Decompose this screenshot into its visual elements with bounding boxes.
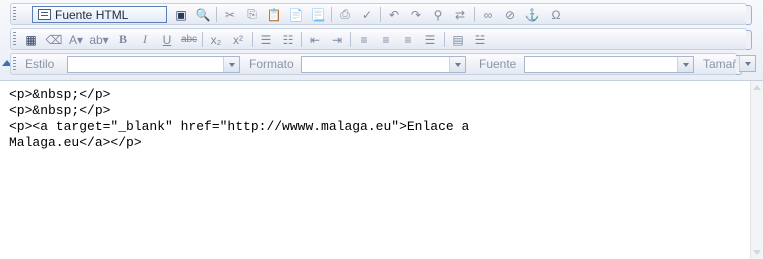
text-color-icon[interactable]: A▾ [66,31,86,48]
toolbar-separator [301,32,302,47]
code-line: <p>&nbsp;</p> [9,87,111,102]
highlight-icon[interactable]: ab▾ [89,31,109,48]
special-char-icon[interactable]: Ω [546,6,566,23]
align-justify-icon[interactable]: ☰ [420,31,440,48]
code-line: Malaga.eu</a></p> [9,135,142,150]
italic-icon[interactable]: I [135,31,155,48]
toolbar-separator [331,7,332,22]
underline-icon[interactable]: U [157,31,177,48]
replace-icon[interactable]: ⇄ [450,6,470,23]
superscript-icon[interactable]: x² [228,31,248,48]
bullet-list-icon[interactable]: ☷ [278,31,298,48]
code-line: <p>&nbsp;</p> [9,103,111,118]
strikethrough-icon[interactable]: abc [179,31,199,48]
find-icon[interactable]: ⚲ [428,6,448,23]
toolbar-grip[interactable] [13,7,16,22]
chevron-down-icon[interactable] [223,57,239,72]
toolbar-end [746,30,752,50]
source-html-label: Fuente HTML [55,7,129,22]
source-icon [38,9,51,20]
font-label: Fuente [479,57,517,71]
paste-icon[interactable]: 📋 [264,6,284,23]
undo-icon[interactable]: ↶ [384,6,404,23]
style-label: Estilo [25,57,55,71]
source-html-button[interactable]: Fuente HTML [32,6,167,23]
subscript-icon[interactable]: x₂ [206,31,226,48]
toolbar-grip[interactable] [13,32,16,47]
eraser-icon[interactable]: ⌫ [44,31,64,48]
indent-icon[interactable]: ⇥ [327,31,347,48]
link-icon[interactable]: ∞ [478,6,498,23]
print-icon[interactable]: ⎙ [335,6,355,23]
chevron-down-icon[interactable] [739,56,755,71]
unlink-icon[interactable]: ⊘ [500,6,520,23]
toolbar-row-3: Estilo Formato Fuente Tamaño [10,53,746,75]
toolbar-separator [444,32,445,47]
editor-toolbar: Fuente HTML ▣ 🔍 ✂ ⎘ 📋 📄 📃 ⎙ ✓ ↶ ↷ ⚲ ⇄ ∞ … [0,0,763,81]
anchor-icon[interactable]: ⚓ [522,6,542,23]
preview-icon[interactable]: ▣ [171,6,191,23]
scroll-up-icon[interactable] [753,85,761,90]
toolbar-separator [474,7,475,22]
toolbar-separator [350,32,351,47]
hr-icon[interactable]: ☱ [470,31,490,48]
source-code-area[interactable]: <p>&nbsp;</p> <p>&nbsp;</p> <p><a target… [0,81,750,259]
font-select[interactable] [524,56,694,73]
toolbar-end [746,5,752,25]
align-center-icon[interactable]: ≡ [376,31,396,48]
style-select[interactable] [67,56,240,73]
align-right-icon[interactable]: ≡ [398,31,418,48]
bold-icon[interactable]: B [113,31,133,48]
chevron-down-icon[interactable] [449,57,465,72]
toolbar-grip[interactable] [13,57,16,72]
scroll-down-icon[interactable] [753,250,761,255]
size-select[interactable] [739,55,756,72]
copy-icon[interactable]: ⎘ [242,6,262,23]
toolbar-separator [202,32,203,47]
table-icon[interactable]: ▦ [21,31,41,48]
outdent-icon[interactable]: ⇤ [305,31,325,48]
code-line: <p><a target="_blank" href="http://wwww.… [9,119,470,134]
toolbar-separator [216,7,217,22]
search-doc-icon[interactable]: 🔍 [193,6,213,23]
toolbar-separator [380,7,381,22]
block-icon[interactable]: ▤ [448,31,468,48]
paste-word-icon[interactable]: 📃 [308,6,328,23]
toolbar-row-2: ▦ ⌫ A▾ ab▾ B I U abc x₂ x² ☰ ☷ ⇤ ⇥ ≡ ≡ ≡… [10,28,752,50]
numbered-list-icon[interactable]: ☰ [256,31,276,48]
chevron-down-icon[interactable] [677,57,693,72]
toolbar-separator [252,32,253,47]
cut-icon[interactable]: ✂ [220,6,240,23]
format-select[interactable] [301,56,466,73]
vertical-scrollbar[interactable] [750,81,763,259]
toolbar-row-1: Fuente HTML ▣ 🔍 ✂ ⎘ 📋 📄 📃 ⎙ ✓ ↶ ↷ ⚲ ⇄ ∞ … [10,3,752,25]
spellcheck-icon[interactable]: ✓ [357,6,377,23]
redo-icon[interactable]: ↷ [406,6,426,23]
format-label: Formato [249,57,294,71]
align-left-icon[interactable]: ≡ [354,31,374,48]
paste-text-icon[interactable]: 📄 [286,6,306,23]
html-editor: Fuente HTML ▣ 🔍 ✂ ⎘ 📋 📄 📃 ⎙ ✓ ↶ ↷ ⚲ ⇄ ∞ … [0,0,763,259]
